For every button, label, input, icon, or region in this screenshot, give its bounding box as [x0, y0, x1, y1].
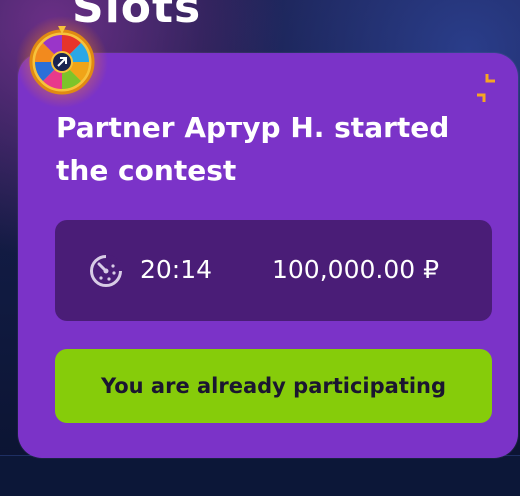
fortune-wheel-icon[interactable]	[16, 16, 108, 108]
timer-icon	[90, 254, 123, 287]
contest-timer: 20:14	[140, 255, 213, 284]
expand-icon[interactable]	[475, 73, 501, 103]
contest-heading: Partner Артур Н. started the contest	[56, 111, 450, 187]
participating-button[interactable]: You are already participating	[55, 349, 492, 423]
prize-amount: 100,000.00 ₽	[272, 255, 439, 284]
bottom-bar	[0, 455, 520, 496]
